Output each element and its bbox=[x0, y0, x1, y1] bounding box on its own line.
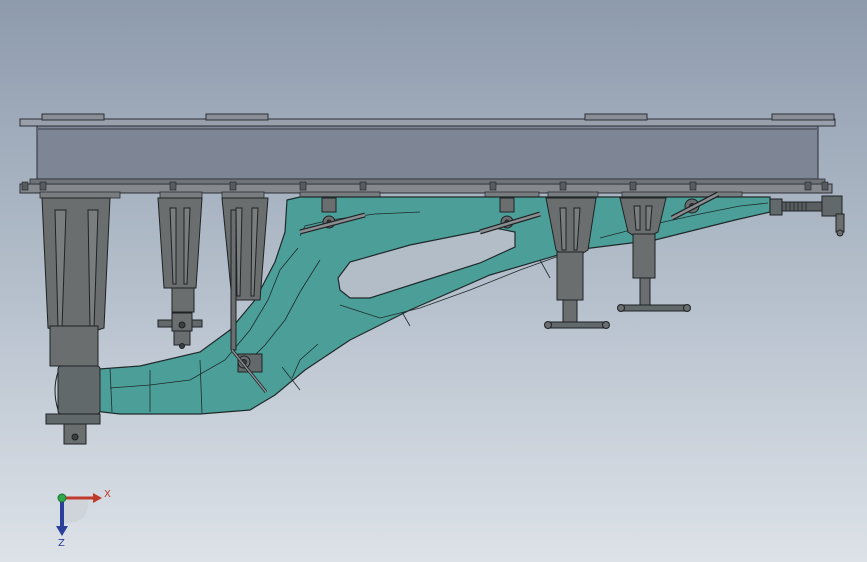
z-axis-label: Z bbox=[58, 538, 65, 549]
beam-web bbox=[36, 125, 819, 180]
top-flange-plate bbox=[19, 118, 836, 127]
triad-origin bbox=[57, 493, 67, 503]
top-pad-4 bbox=[771, 113, 835, 121]
x-axis-label: X bbox=[104, 489, 111, 500]
left-support-column bbox=[41, 197, 111, 445]
welding-fixture-model[interactable] bbox=[0, 0, 867, 562]
top-pad-1 bbox=[41, 113, 105, 121]
end-screw-clamp bbox=[769, 195, 845, 237]
x-axis-arrowhead bbox=[93, 493, 102, 503]
triad-shadow bbox=[62, 500, 89, 524]
top-beam-assembly bbox=[19, 113, 836, 199]
axis-triad: X Z bbox=[56, 489, 111, 549]
support-column-2 bbox=[157, 197, 203, 349]
z-axis-arrowhead bbox=[56, 526, 68, 536]
cad-viewport[interactable]: X Z bbox=[0, 0, 867, 562]
top-pad-3 bbox=[584, 113, 648, 121]
top-pad-2 bbox=[205, 113, 269, 121]
